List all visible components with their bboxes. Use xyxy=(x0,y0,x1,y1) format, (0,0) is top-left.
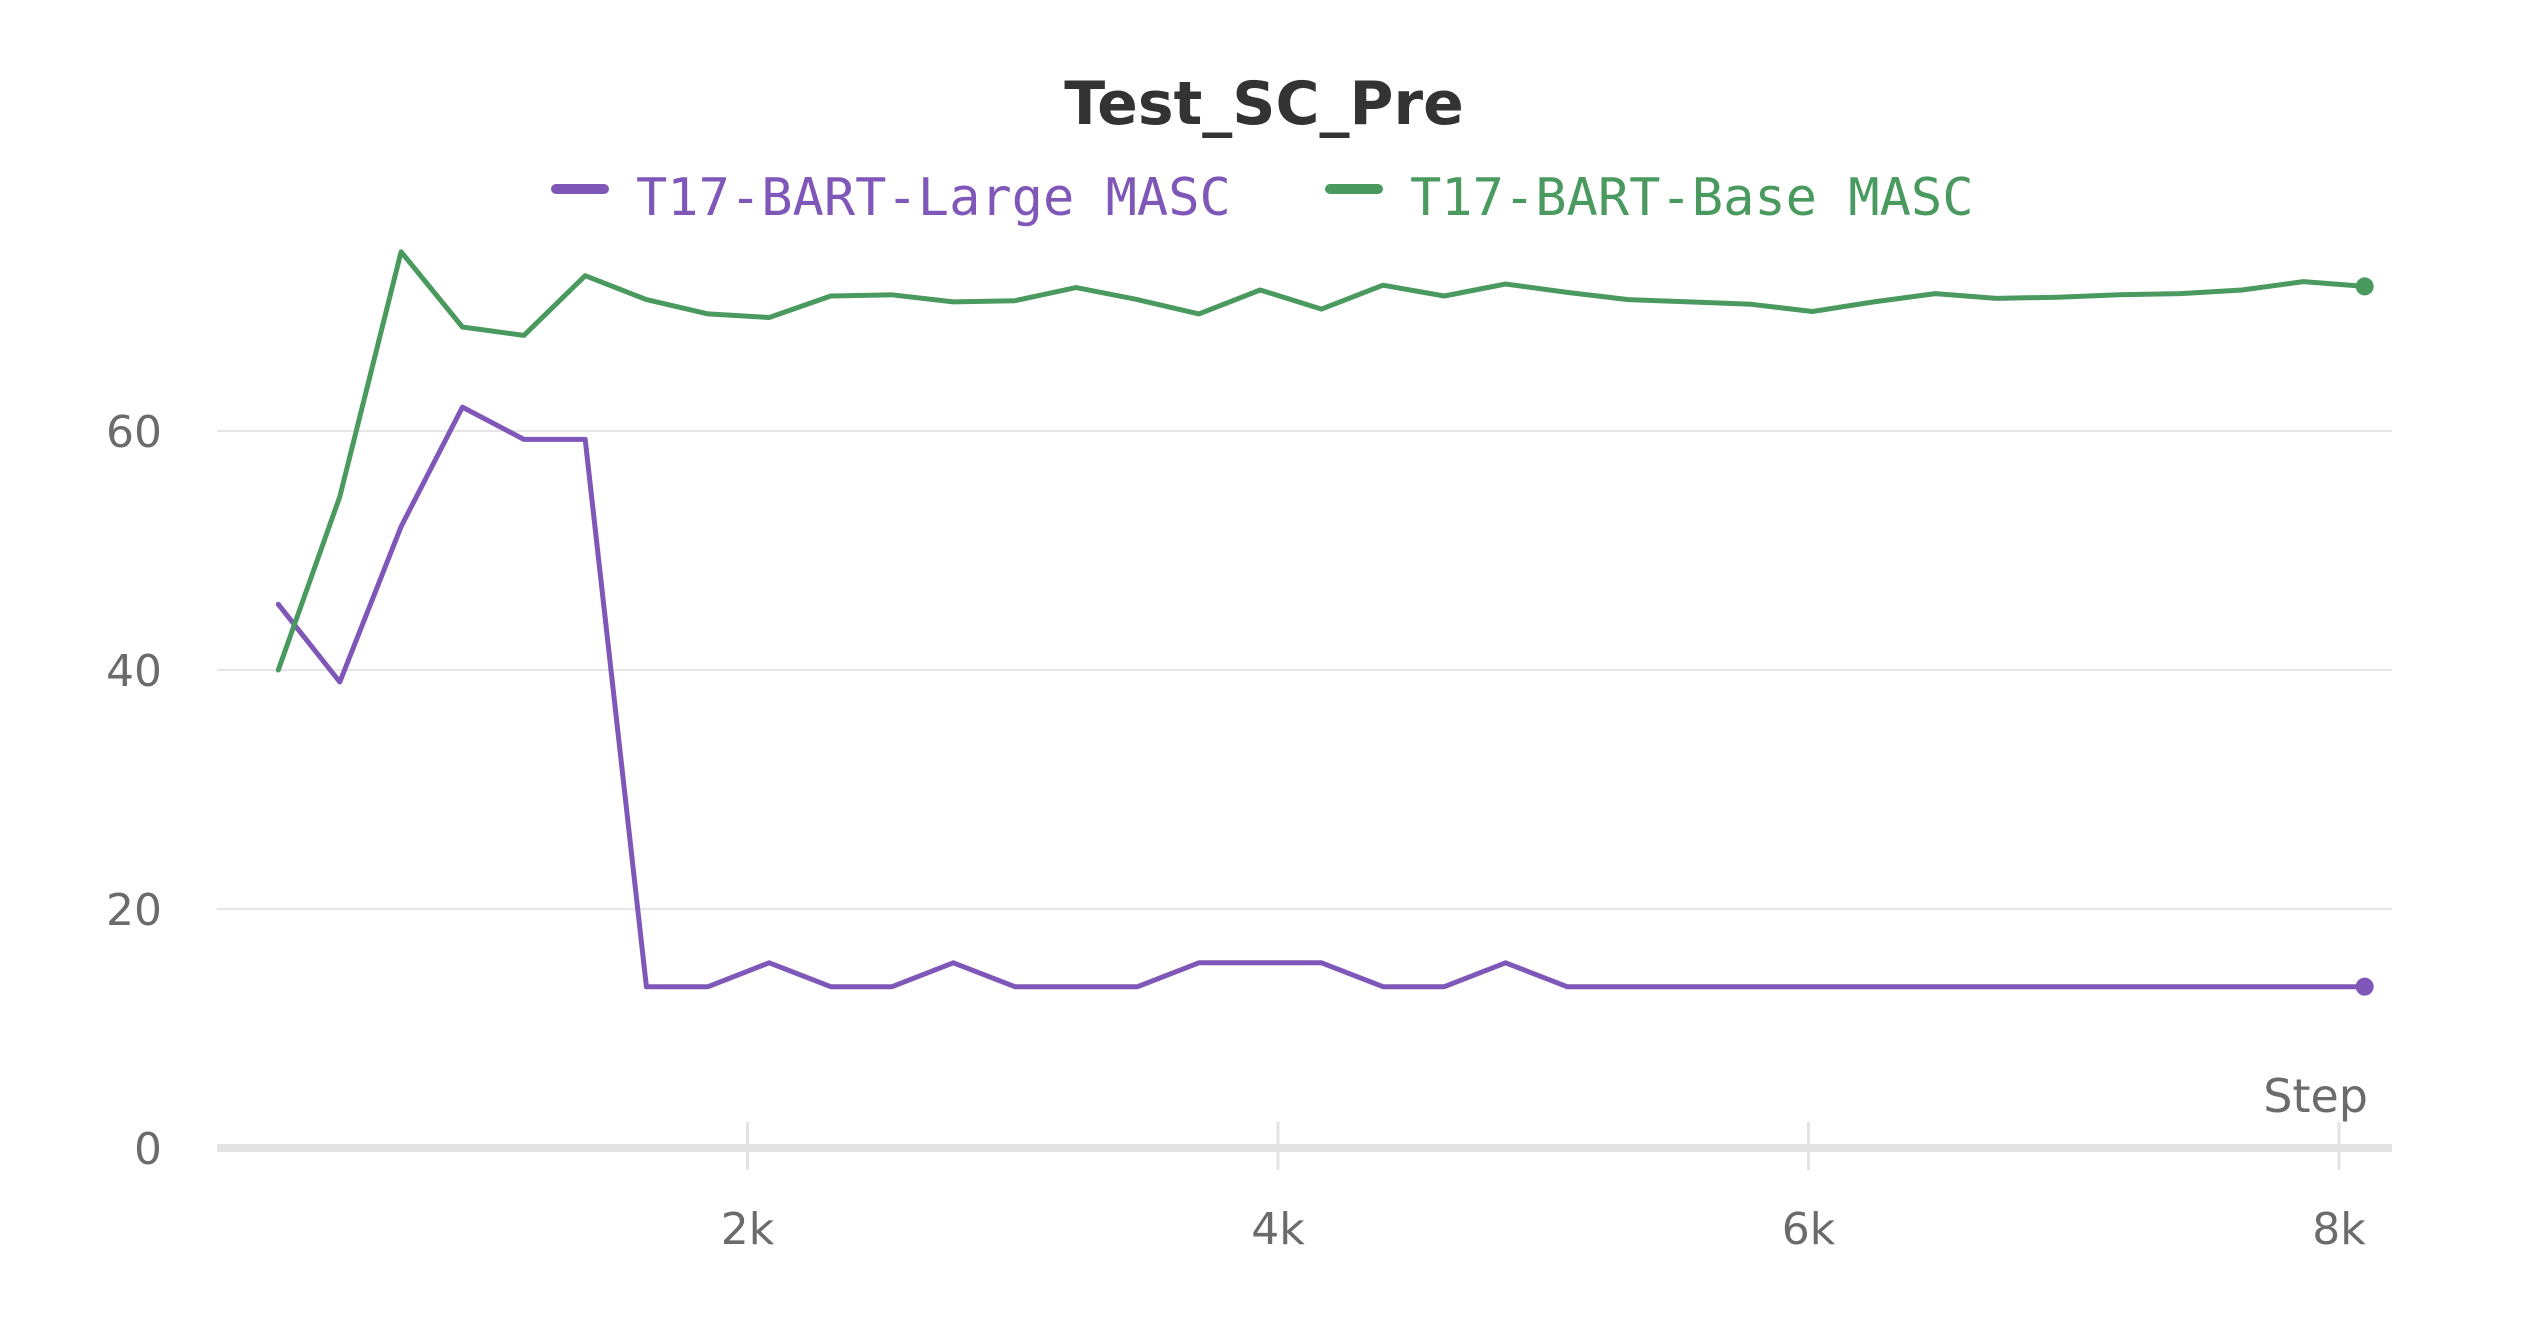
legend: T17-BART-Large MASC T17-BART-Base MASC xyxy=(551,168,1974,228)
legend-label-1: T17-BART-Large MASC xyxy=(636,168,1231,228)
x-axis: 2k 4k 6k 8k xyxy=(217,1122,2392,1255)
chart-title: Test_SC_Pre xyxy=(1064,69,1464,139)
series-line-1 xyxy=(275,404,2368,990)
x-tick-label-8000: 8k xyxy=(2312,1204,2366,1255)
series-line-2 xyxy=(275,249,2368,673)
y-tick-label-0: 0 xyxy=(134,1124,162,1175)
grid-lines xyxy=(217,430,2392,910)
series-layer xyxy=(275,249,2374,996)
legend-label-2: T17-BART-Base MASC xyxy=(1410,168,1974,228)
y-tick-label-20: 20 xyxy=(106,885,162,936)
series-endpoint-marker-2 xyxy=(2355,277,2374,296)
x-tick-label-6000: 6k xyxy=(1782,1204,1836,1255)
x-tick-label-4000: 4k xyxy=(1251,1204,1305,1255)
line-chart: Test_SC_Pre T17-BART-Large MASC T17-BART-… xyxy=(106,69,2392,1255)
x-axis-title: Step xyxy=(2263,1069,2368,1123)
y-tick-label-40: 40 xyxy=(106,646,162,697)
series-endpoint-marker-1 xyxy=(2355,977,2374,996)
y-tick-label-60: 60 xyxy=(106,407,162,458)
x-tick-label-2000: 2k xyxy=(721,1204,775,1255)
chart-container: Test_SC_Pre T17-BART-Large MASC T17-BART-… xyxy=(0,0,2528,1328)
y-axis: 0 20 40 60 xyxy=(106,407,162,1175)
